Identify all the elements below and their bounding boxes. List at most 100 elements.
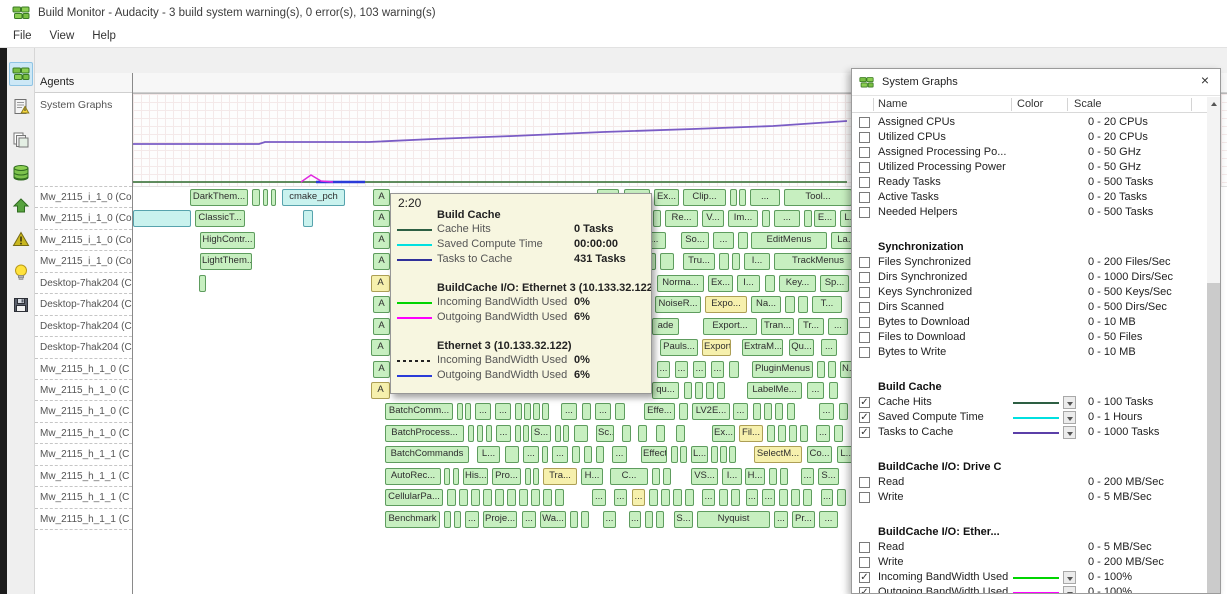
task-bar[interactable]: A [373, 318, 390, 335]
task-bar[interactable] [271, 189, 276, 206]
task-bar[interactable] [834, 425, 843, 442]
task-bar[interactable]: A [371, 275, 390, 292]
task-bar[interactable] [615, 403, 625, 420]
graph-option-name[interactable]: Read [878, 475, 904, 490]
task-bar[interactable]: V... [702, 210, 724, 227]
task-bar[interactable] [645, 511, 653, 528]
task-bar[interactable]: C... [610, 468, 648, 485]
task-bar[interactable] [769, 468, 777, 485]
checkbox-checked[interactable]: ✓ [859, 587, 870, 594]
task-bar[interactable] [706, 382, 714, 399]
task-bar[interactable]: LV2E... [692, 403, 730, 420]
task-bar[interactable]: BatchCommands [385, 446, 469, 463]
task-bar[interactable] [252, 189, 260, 206]
task-bar[interactable]: L... [477, 446, 500, 463]
task-bar[interactable]: A [373, 361, 390, 378]
task-bar[interactable] [837, 489, 846, 506]
task-bar[interactable] [765, 275, 775, 292]
task-bar[interactable]: A [373, 189, 390, 206]
task-bar[interactable] [531, 489, 540, 506]
task-bar[interactable] [523, 425, 529, 442]
task-bar[interactable] [720, 446, 727, 463]
task-bar[interactable]: Im... [728, 210, 758, 227]
task-bar[interactable] [731, 489, 740, 506]
checkbox-checked[interactable]: ✓ [859, 572, 870, 583]
graph-option-name[interactable]: Saved Compute Time [878, 410, 984, 425]
task-bar[interactable]: Export... [703, 318, 757, 335]
task-bar[interactable] [695, 382, 703, 399]
checkbox-unchecked[interactable] [859, 492, 870, 503]
task-bar[interactable]: Re... [665, 210, 698, 227]
toolbar-button-outputs[interactable] [9, 194, 33, 218]
task-bar[interactable]: His... [463, 468, 488, 485]
task-bar[interactable]: ... [657, 361, 670, 378]
task-bar[interactable] [444, 468, 450, 485]
graph-option-name[interactable]: Files to Download [878, 330, 965, 345]
task-bar[interactable] [729, 446, 736, 463]
toolbar-button-save[interactable] [9, 293, 33, 317]
task-bar[interactable] [800, 425, 808, 442]
task-bar[interactable] [785, 296, 795, 313]
color-dropdown-icon[interactable] [1063, 426, 1076, 439]
task-bar[interactable]: A [371, 339, 390, 356]
task-bar[interactable] [584, 446, 592, 463]
task-bar[interactable] [563, 425, 569, 442]
checkbox-unchecked[interactable] [859, 332, 870, 343]
task-bar[interactable]: ... [821, 339, 837, 356]
task-bar[interactable]: Na... [751, 296, 781, 313]
task-bar[interactable]: ... [821, 489, 833, 506]
task-bar[interactable] [817, 361, 825, 378]
task-bar[interactable]: Qu... [789, 339, 814, 356]
task-bar[interactable] [453, 468, 459, 485]
menu-file[interactable]: File [4, 27, 41, 45]
task-bar[interactable]: Tru... [683, 253, 715, 270]
system-graphs-row-label[interactable]: System Graphs [35, 93, 132, 187]
color-dropdown-icon[interactable] [1063, 411, 1076, 424]
task-bar[interactable]: ... [693, 361, 706, 378]
task-bar[interactable] [457, 403, 463, 420]
task-bar[interactable]: ... [552, 446, 568, 463]
list-scrollbar[interactable] [1207, 97, 1220, 593]
checkbox-unchecked[interactable] [859, 272, 870, 283]
task-bar[interactable] [775, 403, 783, 420]
task-bar[interactable]: I... [744, 253, 770, 270]
task-bar[interactable] [447, 489, 456, 506]
task-bar[interactable] [789, 425, 797, 442]
task-bar[interactable] [753, 403, 761, 420]
checkbox-unchecked[interactable] [859, 477, 870, 488]
checkbox-unchecked[interactable] [859, 257, 870, 268]
task-bar[interactable]: A [373, 232, 390, 249]
task-bar[interactable]: ... [612, 446, 627, 463]
task-bar[interactable] [738, 232, 748, 249]
task-bar[interactable] [671, 446, 678, 463]
column-header-name[interactable]: Name [878, 98, 907, 110]
task-bar[interactable] [730, 189, 737, 206]
task-bar[interactable] [649, 489, 658, 506]
checkbox-checked[interactable]: ✓ [859, 397, 870, 408]
checkbox-unchecked[interactable] [859, 347, 870, 358]
task-bar[interactable]: ... [733, 403, 748, 420]
graph-option-name[interactable]: Dirs Synchronized [878, 270, 967, 285]
task-bar[interactable] [779, 489, 788, 506]
task-bar[interactable]: H... [745, 468, 765, 485]
task-bar[interactable]: ... [807, 382, 824, 399]
task-bar[interactable]: ... [603, 511, 616, 528]
task-bar[interactable]: ClassicT... [195, 210, 245, 227]
task-bar[interactable]: PluginMenus [752, 361, 813, 378]
task-bar[interactable] [555, 489, 564, 506]
task-bar[interactable]: ... [702, 489, 715, 506]
color-dropdown-icon[interactable] [1063, 571, 1076, 584]
task-bar[interactable]: Norma... [657, 275, 704, 292]
task-bar[interactable] [680, 446, 687, 463]
task-bar[interactable] [570, 511, 578, 528]
task-bar[interactable]: A [373, 253, 390, 270]
task-bar[interactable] [459, 489, 468, 506]
graph-option-name[interactable]: Write [878, 555, 903, 570]
task-bar[interactable] [486, 425, 492, 442]
graph-option-name[interactable]: Files Synchronized [878, 255, 971, 270]
task-bar[interactable] [454, 511, 461, 528]
task-bar[interactable] [519, 489, 528, 506]
task-bar[interactable] [798, 296, 808, 313]
task-bar[interactable]: HighContr... [200, 232, 255, 249]
agent-row-label[interactable]: Mw_2115_h_1_0 (C [35, 359, 132, 380]
